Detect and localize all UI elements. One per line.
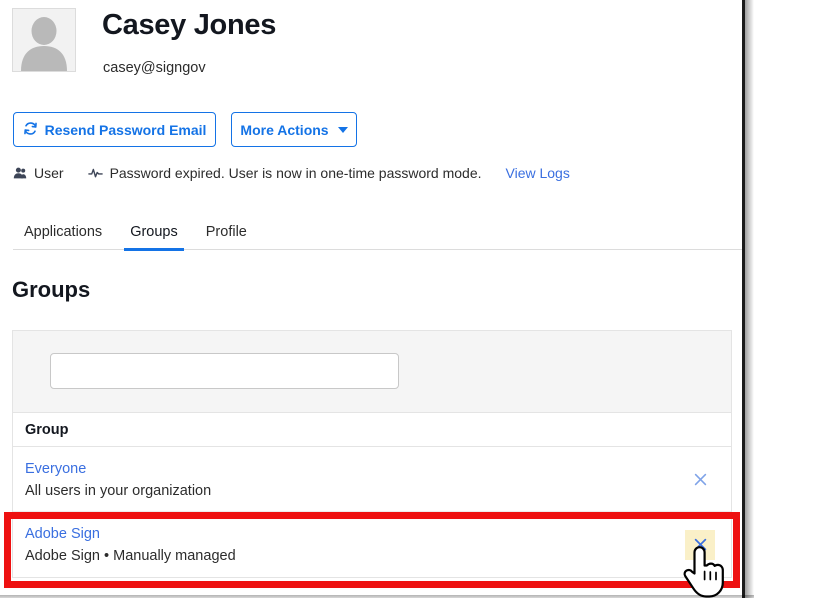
column-header-group: Group (25, 421, 69, 438)
pane-shadow-right (745, 0, 754, 598)
section-title: Groups (12, 277, 91, 302)
table-column-header: Group (13, 413, 731, 447)
more-actions-button[interactable]: More Actions (231, 112, 357, 147)
screenshot-root: Casey Jones casey@signgov Resend Passwor… (0, 0, 830, 598)
resend-password-email-button[interactable]: Resend Password Email (13, 112, 216, 147)
status-message: Password expired. User is now in one-tim… (109, 165, 482, 181)
groups-table: Group Everyone All users in your organiz… (12, 330, 732, 578)
more-actions-label: More Actions (240, 121, 329, 138)
user-icon (13, 166, 27, 180)
group-description: All users in your organization (25, 483, 212, 499)
remove-group-button[interactable] (693, 472, 707, 486)
status-row: User Password expired. User is now in on… (13, 163, 570, 183)
group-description: Adobe Sign • Manually managed (25, 548, 236, 564)
tab-groups[interactable]: Groups (116, 214, 192, 251)
status-type-label: User (34, 165, 64, 181)
group-name-link[interactable]: Adobe Sign (25, 523, 731, 545)
caret-down-icon (337, 126, 348, 133)
tab-applications-label: Applications (24, 224, 103, 240)
avatar (12, 8, 76, 72)
tab-profile-label: Profile (205, 224, 247, 240)
close-x-icon (694, 473, 706, 485)
refresh-icon (23, 121, 38, 139)
page-title: Casey Jones (102, 9, 277, 41)
tab-groups-label: Groups (130, 224, 178, 240)
tab-bar: Applications Groups Profile (13, 214, 742, 251)
view-logs-link[interactable]: View Logs (506, 165, 570, 181)
person-placeholder-icon (13, 9, 75, 71)
admin-console-pane: Casey Jones casey@signgov Resend Passwor… (0, 0, 745, 598)
group-name-link[interactable]: Everyone (25, 458, 731, 480)
groups-search-panel (13, 331, 731, 413)
table-row[interactable]: Adobe Sign Adobe Sign • Manually managed (13, 512, 731, 577)
remove-group-button[interactable] (685, 529, 715, 560)
user-email: casey@signgov (103, 60, 206, 76)
resend-password-email-label: Resend Password Email (44, 121, 207, 138)
groups-search-input[interactable] (50, 353, 399, 389)
close-x-icon (694, 538, 706, 551)
table-row[interactable]: Everyone All users in your organization (13, 447, 731, 512)
activity-pulse-icon (87, 166, 103, 180)
tab-applications[interactable]: Applications (13, 214, 116, 250)
tab-profile[interactable]: Profile (192, 214, 261, 250)
